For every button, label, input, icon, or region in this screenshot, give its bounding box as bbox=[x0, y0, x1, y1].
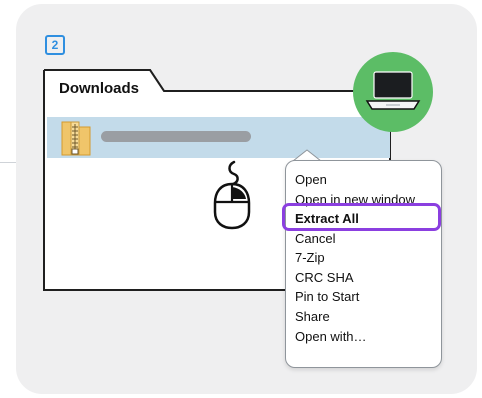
device-badge bbox=[353, 52, 433, 132]
folder-title: Downloads bbox=[59, 80, 140, 97]
zip-folder-icon bbox=[61, 121, 91, 156]
menu-item-7zip[interactable]: 7-Zip bbox=[295, 250, 325, 266]
menu-item-open-with[interactable]: Open with… bbox=[295, 329, 367, 345]
menu-item-open[interactable]: Open bbox=[295, 172, 327, 188]
laptop-icon bbox=[365, 71, 421, 110]
menu-item-share[interactable]: Share bbox=[295, 309, 330, 325]
filename-placeholder-bar bbox=[101, 131, 251, 142]
tutorial-illustration: 2 Downloads Open Open in new window Extr… bbox=[0, 0, 482, 398]
extract-all-highlight bbox=[282, 203, 441, 231]
menu-item-pin-to-start[interactable]: Pin to Start bbox=[295, 289, 359, 305]
menu-item-crc-sha[interactable]: CRC SHA bbox=[295, 270, 354, 286]
menu-item-cancel[interactable]: Cancel bbox=[295, 231, 335, 247]
right-click-mouse-icon bbox=[213, 160, 251, 230]
context-menu[interactable]: Open Open in new window Extract All Canc… bbox=[285, 160, 442, 368]
